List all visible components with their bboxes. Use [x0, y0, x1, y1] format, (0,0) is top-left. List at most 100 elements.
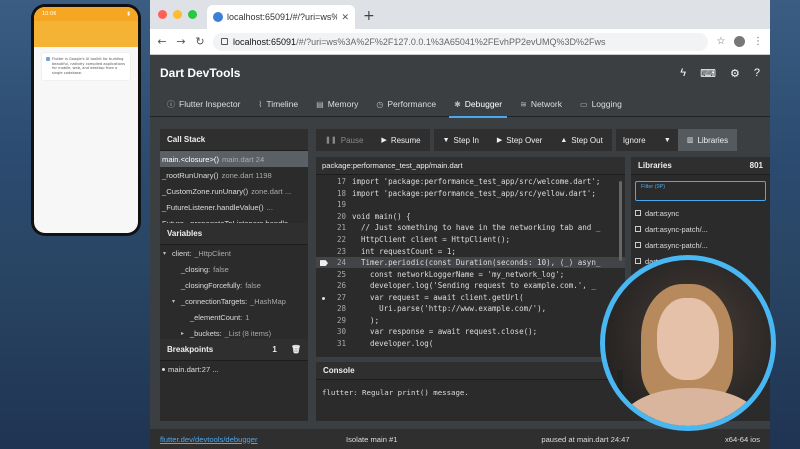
variable-row[interactable]: ▸_buckets:_List (8 items) [160, 325, 308, 339]
site-info-icon[interactable] [221, 38, 228, 45]
close-tab-icon[interactable]: ✕ [341, 12, 349, 23]
code-line[interactable]: 26 developer.log('Sending request to exa… [316, 280, 625, 292]
step-out-button[interactable]: ▲Step Out [551, 129, 612, 151]
variable-row[interactable]: _closingForcefully:false [160, 277, 308, 293]
simulator-screen[interactable]: 10:06 ▮ Flutter is Google's UI toolkit f… [34, 7, 138, 233]
line-number[interactable]: 18 [316, 189, 352, 198]
close-window-button[interactable] [158, 10, 167, 19]
call-stack-header: Call Stack [160, 129, 308, 151]
variable-row[interactable]: ▾client:_HttpClient [160, 245, 308, 261]
library-item[interactable]: dart:async-patch/... [631, 237, 770, 253]
code-line[interactable]: 25 const networkLoggerName = 'my_network… [316, 268, 625, 280]
tab-flutter-inspector[interactable]: ⓘFlutter Inspector [158, 91, 249, 117]
line-number[interactable]: 21 [316, 223, 352, 232]
code-line[interactable]: 23 int requestCount = 1; [316, 245, 625, 257]
code-line[interactable]: 19 [316, 199, 625, 211]
tab-performance[interactable]: ◷Performance [367, 91, 445, 117]
play-icon: ▶ [381, 136, 386, 144]
line-number[interactable]: 29 [316, 316, 352, 325]
expand-triangle-icon[interactable]: ▾ [172, 298, 181, 305]
libraries-toggle-button[interactable]: ▥Libraries [678, 129, 737, 151]
tab-memory[interactable]: ▤Memory [307, 91, 367, 117]
line-number[interactable]: 27 [316, 293, 352, 302]
line-number[interactable]: 17 [316, 177, 352, 186]
bolt-icon[interactable]: ϟ [680, 67, 686, 80]
line-number[interactable]: 30 [316, 327, 352, 336]
tab-label: Debugger [465, 99, 502, 109]
simulator-card[interactable]: Flutter is Google's UI toolkit for build… [42, 53, 130, 80]
resume-button[interactable]: ▶Resume [372, 129, 429, 151]
variable-row[interactable]: _elementCount:1 [160, 309, 308, 325]
forward-icon[interactable]: → [175, 35, 187, 48]
variable-row[interactable]: _closing:false [160, 261, 308, 277]
code-line[interactable]: 27 var request = await client.getUrl( [316, 291, 625, 303]
code-line[interactable]: 18import 'package:performance_test_app/s… [316, 188, 625, 200]
line-number[interactable]: 26 [316, 281, 352, 290]
line-number[interactable]: 22 [316, 235, 352, 244]
library-item[interactable]: dart:async [631, 205, 770, 221]
frame-name: main.<closure>() [162, 155, 219, 164]
tab-timeline[interactable]: ⌇Timeline [249, 91, 307, 117]
help-icon[interactable]: ? [754, 67, 760, 80]
library-filter-input[interactable]: Filter (9P) [635, 181, 766, 201]
browser-menu-icon[interactable]: ⋮ [752, 36, 764, 47]
tab-debugger[interactable]: ✱Debugger [445, 91, 511, 117]
code-scrollbar[interactable] [619, 181, 622, 261]
variables-header: Variables [160, 223, 308, 245]
minimize-window-button[interactable] [173, 10, 182, 19]
step-over-button[interactable]: ▶Step Over [488, 129, 551, 151]
code-line[interactable]: 31 developer.log( [316, 338, 625, 350]
code-line[interactable]: 17import 'package:performance_test_app/s… [316, 176, 625, 188]
tab-logging[interactable]: ▭Logging [571, 91, 631, 117]
line-number[interactable]: 23 [316, 247, 352, 256]
code-editor[interactable]: 17import 'package:performance_test_app/s… [316, 176, 625, 349]
line-number[interactable]: 19 [316, 200, 352, 209]
expand-triangle-icon[interactable]: ▾ [163, 250, 172, 257]
gear-icon[interactable]: ⚙ [730, 67, 740, 80]
pause-button[interactable]: ❚❚Pause [316, 129, 372, 151]
trash-icon[interactable]: 🗑 [291, 345, 301, 354]
devtools-docs-link[interactable]: flutter.dev/devtools/debugger [160, 435, 300, 444]
code-text: void main() { [352, 212, 625, 221]
code-line[interactable]: 29 ); [316, 315, 625, 327]
code-line[interactable]: 22 HttpClient client = HttpClient(); [316, 234, 625, 246]
profile-avatar-icon[interactable] [734, 36, 745, 47]
line-number[interactable]: 31 [316, 339, 352, 348]
library-item[interactable]: dart:async-patch/... [631, 221, 770, 237]
call-stack-frame[interactable]: _FutureListener.handleValue()... [160, 199, 308, 215]
variable-row[interactable]: ▾_connectionTargets:_HashMap [160, 293, 308, 309]
line-number[interactable]: 20 [316, 212, 352, 221]
line-number[interactable]: 24 [316, 258, 352, 267]
code-line[interactable]: 20void main() { [316, 211, 625, 223]
feedback-icon[interactable]: ⌨ [700, 67, 716, 80]
tab-network[interactable]: ≋Network [511, 91, 571, 117]
ignore-group: Ignore▼ ▥Libraries [616, 129, 737, 151]
webcam-overlay [600, 255, 776, 431]
step-in-button[interactable]: ▼Step In [434, 129, 488, 151]
variable-value: 1 [245, 313, 249, 322]
new-tab-button[interactable]: + [355, 8, 383, 29]
debugger-left-column: Call Stack main.<closure>()main.dart 24_… [160, 129, 308, 421]
maximize-window-button[interactable] [188, 10, 197, 19]
variable-value: _HashMap [250, 297, 286, 306]
simulator-time: 10:06 [42, 11, 56, 17]
bookmark-star-icon[interactable]: ☆ [715, 36, 727, 47]
line-number[interactable]: 25 [316, 270, 352, 279]
call-stack-frame[interactable]: _CustomZone.runUnary()zone.dart ... [160, 183, 308, 199]
code-line[interactable]: 24 Timer.periodic(const Duration(seconds… [316, 257, 625, 269]
code-line[interactable]: 21 // Just something to have in the netw… [316, 222, 625, 234]
code-line[interactable]: 30 var response = await request.close(); [316, 326, 625, 338]
variable-name: _closing: [181, 265, 210, 274]
isolate-selector[interactable]: Isolate main #1 [346, 435, 446, 444]
back-icon[interactable]: ← [156, 35, 168, 48]
code-line[interactable]: 28 Uri.parse('http://www.example.com/'), [316, 303, 625, 315]
call-stack-frame[interactable]: main.<closure>()main.dart 24 [160, 151, 308, 167]
expand-triangle-icon[interactable]: ▸ [181, 330, 190, 337]
line-number[interactable]: 28 [316, 304, 352, 313]
reload-icon[interactable]: ↻ [194, 35, 206, 48]
call-stack-frame[interactable]: _rootRunUnary()zone.dart 1198 [160, 167, 308, 183]
address-bar[interactable]: localhost:65091/#/?uri=ws%3A%2F%2F127.0.… [213, 33, 708, 51]
ignore-dropdown[interactable]: Ignore▼ [616, 129, 678, 151]
browser-tab[interactable]: localhost:65091/#/?uri=ws%3A ✕ [207, 5, 355, 29]
breakpoint-item[interactable]: main.dart:27 ... [160, 361, 308, 377]
